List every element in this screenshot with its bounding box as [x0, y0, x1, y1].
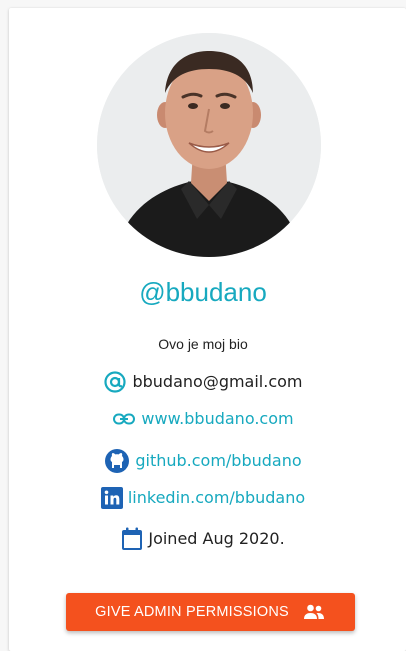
linkedin-icon — [100, 487, 123, 509]
joined-text: Joined Aug 2020. — [148, 529, 285, 548]
link-icon — [112, 411, 136, 427]
github-link[interactable]: github.com/bbudano — [135, 450, 301, 472]
linkedin-link[interactable]: linkedin.com/bbudano — [128, 487, 305, 509]
give-admin-permissions-button[interactable]: GIVE ADMIN PERMISSIONS — [66, 593, 355, 631]
email-text[interactable]: bbudano@gmail.com — [132, 371, 302, 393]
github-icon — [104, 448, 130, 474]
joined-row: Joined Aug 2020. — [0, 527, 406, 551]
avatar-photo — [97, 33, 321, 257]
username: @bbudano — [139, 277, 267, 307]
admin-button-label: GIVE ADMIN PERMISSIONS — [95, 604, 289, 620]
website-row: www.bbudano.com — [0, 408, 406, 430]
website-link[interactable]: www.bbudano.com — [141, 408, 293, 430]
email-row: bbudano@gmail.com — [0, 370, 406, 394]
people-icon — [302, 604, 326, 620]
bio-text: Ovo je moj bio — [158, 336, 248, 352]
linkedin-row: linkedin.com/bbudano — [0, 487, 406, 509]
github-row: github.com/bbudano — [0, 448, 406, 474]
calendar-icon — [121, 527, 143, 551]
at-sign-icon — [103, 370, 127, 394]
avatar — [97, 33, 321, 257]
